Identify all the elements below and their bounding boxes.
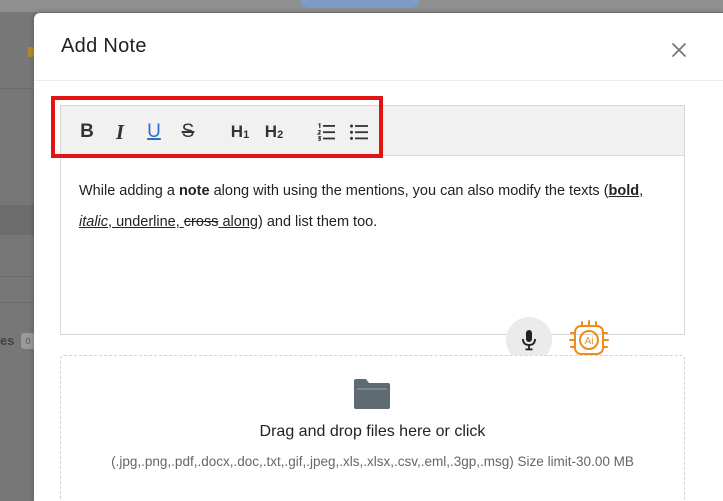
- note-content[interactable]: While adding a note along with using the…: [79, 176, 669, 238]
- note-text: While adding a: [79, 183, 179, 199]
- heading-1-button[interactable]: H1: [228, 120, 252, 144]
- svg-text:Ai: Ai: [585, 336, 594, 347]
- bold-button[interactable]: B: [79, 120, 95, 144]
- bold-icon: B: [80, 121, 94, 142]
- background-row: [0, 205, 34, 235]
- note-text: along with using the mentions, you can a…: [209, 183, 609, 199]
- note-text-bold: note: [178, 183, 210, 199]
- note-text-strikethrough: cross: [183, 214, 219, 230]
- note-text-underline: , underline,: [108, 214, 184, 230]
- underline-icon: U: [147, 121, 161, 142]
- background-topbar: [0, 0, 723, 12]
- background-divider: [0, 276, 34, 277]
- heading-2-subscript: 2: [277, 128, 284, 141]
- note-text-underline: ,: [639, 183, 644, 199]
- editor-toolbar: B I U S H1 H2: [51, 96, 684, 158]
- background-sidebar: [0, 12, 34, 501]
- folder-icon: [354, 379, 390, 409]
- bullet-list-icon: [350, 124, 368, 140]
- file-dropzone[interactable]: Drag and drop files here or click (.jpg,…: [60, 355, 685, 501]
- underline-button[interactable]: U: [145, 120, 163, 144]
- heading-2-icon: H: [264, 122, 278, 141]
- close-icon: [672, 43, 686, 57]
- ordered-list-button[interactable]: [316, 120, 336, 144]
- italic-button[interactable]: I: [112, 120, 128, 144]
- modal-header: Add Note: [34, 13, 723, 81]
- add-note-modal: Add Note B I U S H1 H2 While adding a no…: [34, 13, 723, 501]
- note-text-underline: along: [218, 214, 258, 230]
- dropzone-hint: (.jpg,.png,.pdf,.docx,.doc,.txt,.gif,.jp…: [111, 454, 634, 469]
- background-topbar-pill: [300, 0, 420, 8]
- strikethrough-icon: S: [181, 121, 195, 142]
- strikethrough-button[interactable]: S: [179, 120, 197, 144]
- note-text-bold-underline: bold: [608, 183, 640, 199]
- bullet-list-button[interactable]: [349, 120, 369, 144]
- dropzone-title: Drag and drop files here or click: [259, 423, 486, 440]
- ordered-list-icon: [316, 122, 335, 141]
- close-button[interactable]: [667, 38, 691, 62]
- background-divider: [0, 88, 34, 89]
- note-text: ) and list them too.: [257, 214, 378, 230]
- note-text-italic: italic: [79, 214, 109, 230]
- microphone-icon: [522, 330, 536, 351]
- background-label: es: [0, 333, 15, 348]
- heading-1-icon: H: [230, 122, 244, 141]
- note-editor[interactable]: B I U S H1 H2 While adding a note along …: [51, 96, 685, 335]
- italic-icon: I: [115, 119, 125, 144]
- background-divider: [0, 302, 34, 303]
- heading-1-subscript: 1: [243, 128, 250, 141]
- heading-2-button[interactable]: H2: [262, 120, 286, 144]
- background-badge: 0: [21, 333, 35, 349]
- modal-title: Add Note: [61, 35, 147, 57]
